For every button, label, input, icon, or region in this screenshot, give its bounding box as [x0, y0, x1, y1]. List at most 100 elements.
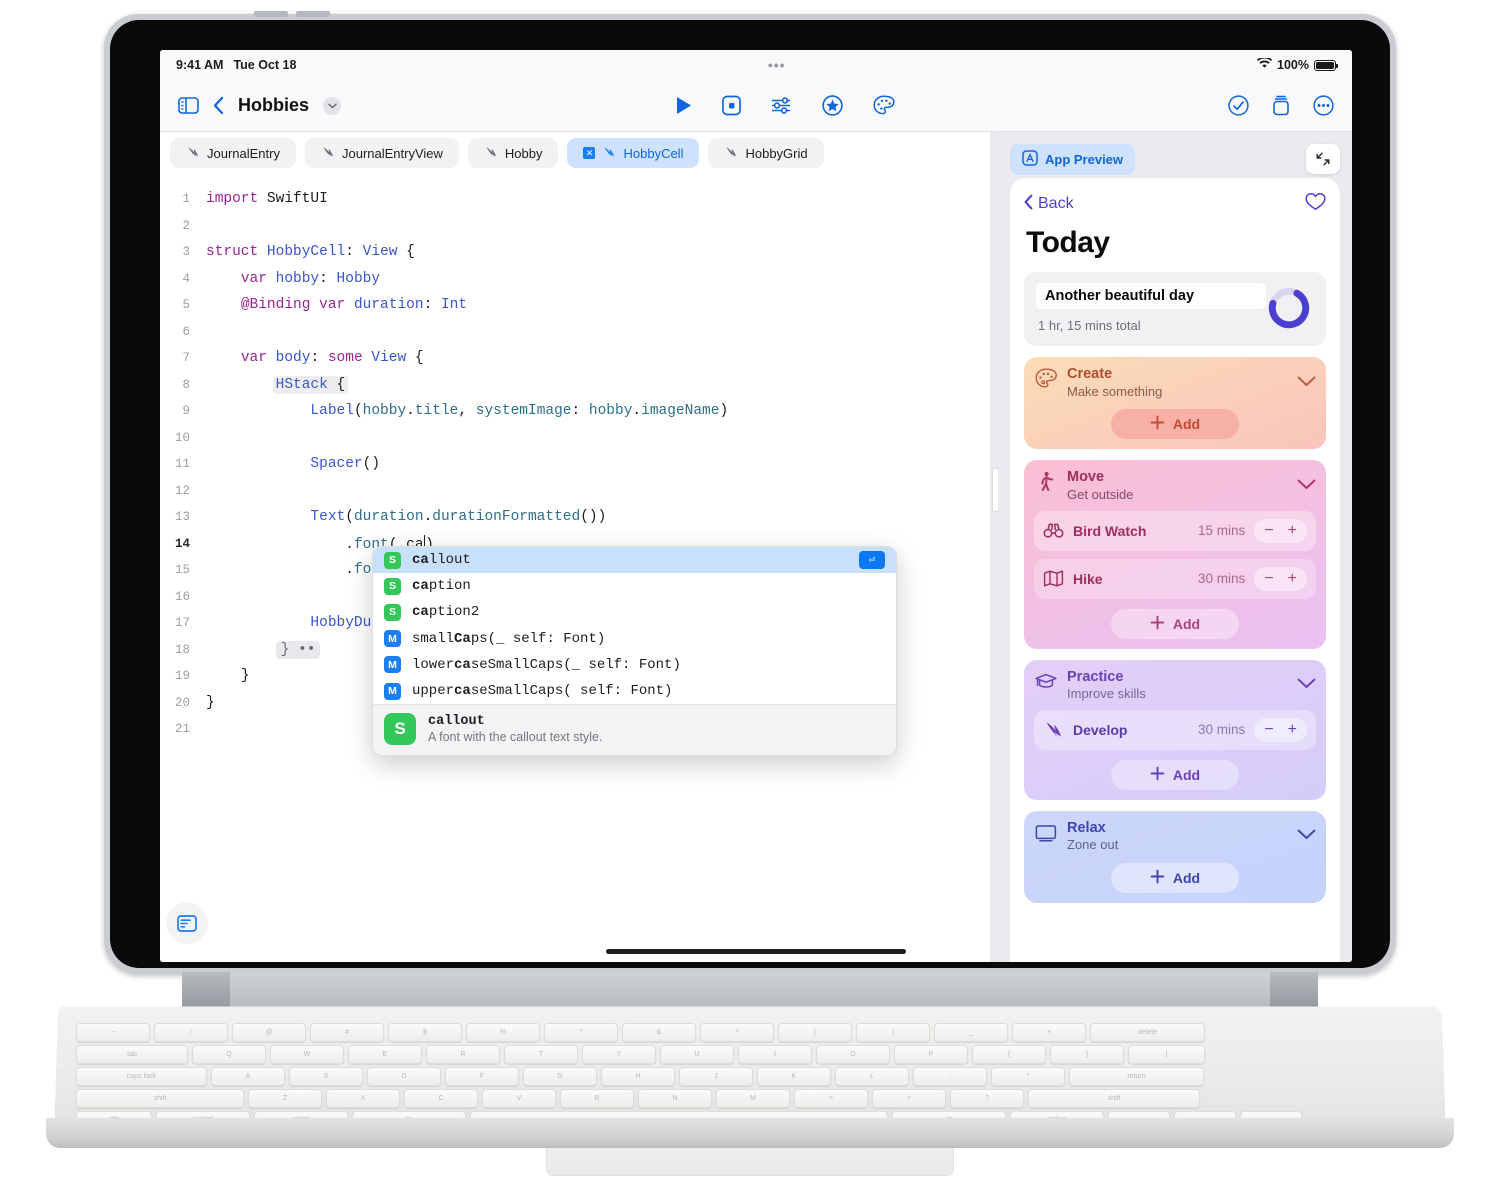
key-n[interactable]: N	[638, 1089, 712, 1108]
file-tab-hobby[interactable]: Hobby	[467, 138, 559, 168]
split-divider-handle[interactable]	[990, 132, 999, 962]
key-period[interactable]: >	[872, 1089, 946, 1108]
expand-diagonal-icon[interactable]	[1306, 144, 1340, 174]
key-i[interactable]: I	[738, 1045, 812, 1064]
key-p[interactable]: P	[894, 1045, 968, 1064]
key-delete[interactable]: delete	[1090, 1023, 1205, 1042]
chevron-down-icon[interactable]	[1297, 827, 1316, 845]
key-w[interactable]: W	[270, 1045, 344, 1064]
checkmark-circle-icon[interactable]	[1228, 95, 1249, 116]
minus-icon[interactable]: −	[1264, 721, 1273, 739]
key-k[interactable]: K	[757, 1067, 831, 1086]
keyboard-row-shift[interactable]: shift Z X C V B N M < > ? shift	[76, 1089, 1200, 1108]
stop-square-icon[interactable]	[721, 95, 741, 116]
key-caps-lock[interactable]: caps lock	[76, 1067, 207, 1086]
category-card-move[interactable]: Move Get outside Bird Watch 15 mins − + …	[1024, 460, 1326, 649]
key-3[interactable]: #	[310, 1023, 384, 1042]
autocomplete-item[interactable]: S callout ⏎	[373, 547, 896, 574]
code-editor[interactable]: 1 import SwiftUI 2 3 struct HobbyCell: V…	[160, 174, 990, 757]
key-f[interactable]: F	[445, 1067, 519, 1086]
key-h[interactable]: H	[601, 1067, 675, 1086]
app-preview-chip[interactable]: App Preview	[1010, 144, 1136, 175]
key-0[interactable]: )	[856, 1023, 930, 1042]
keyboard-row-home[interactable]: caps lock A S D F G H J K L : " return	[76, 1067, 1204, 1086]
key-5[interactable]: %	[466, 1023, 540, 1042]
heart-icon[interactable]	[1305, 192, 1326, 216]
console-icon[interactable]	[166, 902, 208, 944]
key-7[interactable]: &	[622, 1023, 696, 1042]
plus-icon[interactable]: +	[1288, 721, 1297, 739]
key-s[interactable]: S	[289, 1067, 363, 1086]
file-tab-journalentryview[interactable]: JournalEntryView	[304, 138, 459, 168]
autocomplete-item[interactable]: S caption2	[373, 599, 896, 625]
ellipsis-circle-icon[interactable]	[1313, 95, 1334, 116]
chevron-down-icon[interactable]	[1297, 676, 1316, 694]
key-6[interactable]: ^	[544, 1023, 618, 1042]
keyboard-keys[interactable]: ~ ! @ # $ % ^ & * ( ) _ + delete tab Q W…	[76, 1023, 1426, 1128]
key-q[interactable]: Q	[192, 1045, 266, 1064]
file-tab-hobbycell[interactable]: ✕ HobbyCell	[567, 138, 700, 168]
key-shift-left[interactable]: shift	[76, 1089, 244, 1108]
key-8[interactable]: *	[700, 1023, 774, 1042]
key-1[interactable]: !	[154, 1023, 228, 1042]
duration-stepper[interactable]: − +	[1254, 717, 1307, 742]
key-grave[interactable]: ~	[76, 1023, 150, 1042]
chevron-left-icon[interactable]	[213, 96, 224, 115]
key-b[interactable]: B	[560, 1089, 634, 1108]
add-button[interactable]: Add	[1111, 863, 1239, 894]
key-z[interactable]: Z	[248, 1089, 322, 1108]
category-card-create[interactable]: Create Make something Add	[1024, 357, 1326, 450]
activity-row[interactable]: Hike 30 mins − +	[1034, 558, 1316, 599]
key-e[interactable]: E	[348, 1045, 422, 1064]
activity-row[interactable]: Bird Watch 15 mins − +	[1034, 510, 1316, 551]
key-l[interactable]: L	[835, 1067, 909, 1086]
autocomplete-item[interactable]: M uppercaseSmallCaps( self: Font)	[373, 678, 896, 704]
autocomplete-item[interactable]: M lowercaseSmallCaps(_ self: Font)	[373, 652, 896, 678]
key-equals[interactable]: +	[1012, 1023, 1086, 1042]
key-minus[interactable]: _	[934, 1023, 1008, 1042]
chevron-down-icon[interactable]	[1297, 477, 1316, 495]
star-circle-icon[interactable]	[821, 95, 843, 116]
key-g[interactable]: G	[523, 1067, 597, 1086]
add-button[interactable]: Add	[1111, 409, 1239, 440]
keyboard-row-numbers[interactable]: ~ ! @ # $ % ^ & * ( ) _ + delete	[76, 1023, 1205, 1042]
activity-row[interactable]: Develop 30 mins − +	[1034, 709, 1316, 750]
file-tab-journalentry[interactable]: JournalEntry	[170, 138, 296, 168]
keyboard-row-qwerty[interactable]: tab Q W E R T Y U I O P { } |	[76, 1045, 1205, 1064]
key-m[interactable]: M	[716, 1089, 790, 1108]
library-icon[interactable]	[1271, 95, 1291, 116]
sidebar-toggle-icon[interactable]	[178, 97, 199, 114]
key-backslash[interactable]: |	[1128, 1045, 1205, 1064]
key-t[interactable]: T	[504, 1045, 578, 1064]
key-c[interactable]: C	[404, 1089, 478, 1108]
key-bracket-left[interactable]: {	[972, 1045, 1046, 1064]
note-input[interactable]: Another beautiful day	[1036, 283, 1266, 309]
key-j[interactable]: J	[679, 1067, 753, 1086]
sliders-icon[interactable]	[771, 97, 792, 114]
key-2[interactable]: @	[232, 1023, 306, 1042]
autocomplete-popup[interactable]: S callout ⏎ S caption S caption2 M small…	[372, 546, 897, 757]
volume-button-up[interactable]	[254, 11, 288, 17]
key-4[interactable]: $	[388, 1023, 462, 1042]
key-semicolon[interactable]: :	[913, 1067, 987, 1086]
file-tab-hobbygrid[interactable]: HobbyGrid	[708, 138, 824, 168]
return-key-icon[interactable]: ⏎	[859, 551, 885, 570]
autocomplete-item[interactable]: S caption	[373, 573, 896, 599]
key-shift-right[interactable]: shift	[1028, 1089, 1200, 1108]
key-bracket-right[interactable]: }	[1050, 1045, 1124, 1064]
key-r[interactable]: R	[426, 1045, 500, 1064]
plus-icon[interactable]: +	[1288, 570, 1297, 588]
multitask-dots-icon[interactable]: •••	[768, 57, 786, 72]
key-d[interactable]: D	[367, 1067, 441, 1086]
key-a[interactable]: A	[211, 1067, 285, 1086]
chevron-down-icon[interactable]	[323, 96, 342, 115]
minus-icon[interactable]: −	[1264, 570, 1273, 588]
key-9[interactable]: (	[778, 1023, 852, 1042]
duration-stepper[interactable]: − +	[1254, 566, 1307, 591]
key-u[interactable]: U	[660, 1045, 734, 1064]
preview-back-button[interactable]: Back	[1024, 194, 1074, 215]
key-tab[interactable]: tab	[76, 1045, 188, 1064]
duration-stepper[interactable]: − +	[1254, 518, 1307, 543]
play-icon[interactable]	[675, 96, 692, 115]
volume-button-down[interactable]	[296, 11, 330, 17]
